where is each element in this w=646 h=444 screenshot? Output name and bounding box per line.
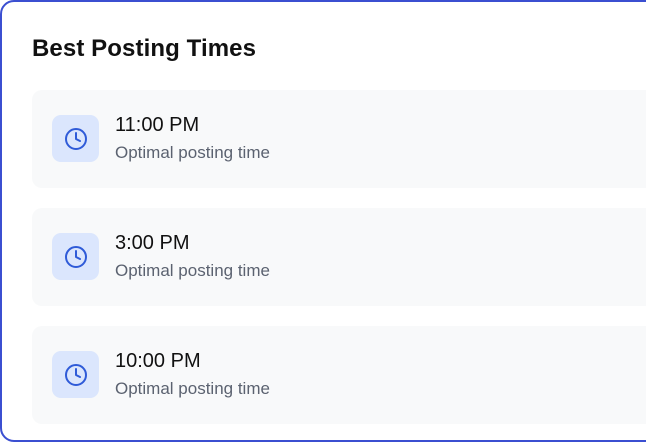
posting-time-subtitle: Optimal posting time [115,261,270,280]
posting-time-subtitle: Optimal posting time [115,143,270,162]
clock-icon [52,115,99,162]
posting-time-item: 3:00 PM Optimal posting time [32,208,646,306]
card-title: Best Posting Times [32,35,257,62]
posting-time-item: 10:00 PM Optimal posting time [32,326,646,424]
best-posting-times-card: Best Posting Times 11:00 PM Optimal post… [0,0,646,442]
posting-time-value: 3:00 PM [115,232,190,254]
posting-time-value: 11:00 PM [115,114,200,136]
posting-time-item: 11:00 PM Optimal posting time [32,90,646,188]
posting-time-subtitle: Optimal posting time [115,379,270,398]
page: Best Posting Times 11:00 PM Optimal post… [0,0,646,444]
posting-time-value: 10:00 PM [115,350,201,372]
clock-icon [52,233,99,280]
clock-icon [52,351,99,398]
